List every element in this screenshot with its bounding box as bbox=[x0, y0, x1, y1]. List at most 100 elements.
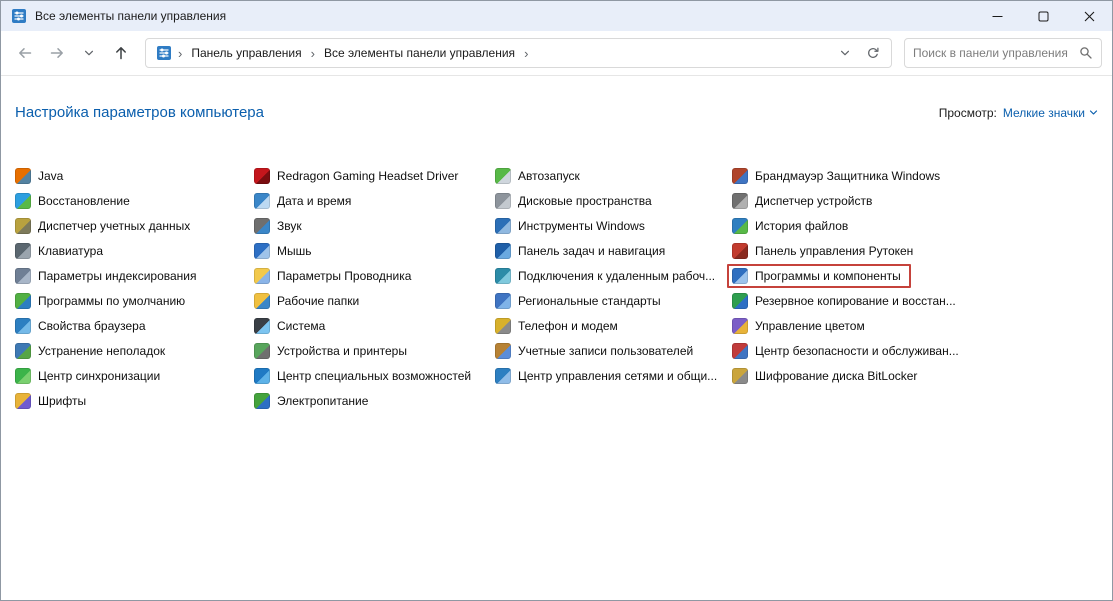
control-panel-item-link[interactable]: Устройства и принтеры bbox=[249, 339, 417, 363]
control-panel-item: Электропитание bbox=[254, 388, 495, 413]
item-label: Устройства и принтеры bbox=[277, 344, 407, 358]
item-label: Центр управления сетями и общи... bbox=[518, 369, 717, 383]
control-panel-item-link[interactable]: Электропитание bbox=[249, 389, 378, 413]
control-panel-item-link[interactable]: Звук bbox=[249, 214, 312, 238]
control-panel-item: Диспетчер устройств bbox=[732, 188, 1098, 213]
control-panel-item-link[interactable]: Программы и компоненты bbox=[727, 264, 911, 288]
item-label: Брандмауэр Защитника Windows bbox=[755, 169, 940, 183]
control-panel-item-link[interactable]: Система bbox=[249, 314, 335, 338]
close-button[interactable] bbox=[1066, 1, 1112, 31]
control-panel-item-link[interactable]: Дата и время bbox=[249, 189, 361, 213]
control-panel-item-link[interactable]: Резервное копирование и восстан... bbox=[727, 289, 966, 313]
control-panel-item: Подключения к удаленным рабоч... bbox=[495, 263, 732, 288]
search-input[interactable] bbox=[913, 46, 1079, 60]
control-panel-item-link[interactable]: Панель задач и навигация bbox=[490, 239, 675, 263]
control-panel-item-link[interactable]: Программы по умолчанию bbox=[10, 289, 195, 313]
control-panel-item-link[interactable]: Управление цветом bbox=[727, 314, 875, 338]
breadcrumb-item-control-panel[interactable]: Панель управления bbox=[184, 42, 308, 64]
titlebar: Все элементы панели управления bbox=[1, 1, 1112, 31]
network-sharing-center-icon bbox=[495, 368, 511, 384]
region-icon bbox=[495, 293, 511, 309]
item-label: Управление цветом bbox=[755, 319, 865, 333]
internet-options-icon bbox=[15, 318, 31, 334]
control-panel-item: Управление цветом bbox=[732, 313, 1098, 338]
breadcrumb-item-all-items[interactable]: Все элементы панели управления bbox=[317, 42, 522, 64]
control-panel-item-link[interactable]: Клавиатура bbox=[10, 239, 113, 263]
control-panel-item-link[interactable]: Дисковые пространства bbox=[490, 189, 662, 213]
credential-manager-icon bbox=[15, 218, 31, 234]
item-label: Диспетчер учетных данных bbox=[38, 219, 190, 233]
date-time-icon bbox=[254, 193, 270, 209]
control-panel-item-link[interactable]: Redragon Gaming Headset Driver bbox=[249, 164, 468, 188]
view-label: Просмотр: bbox=[939, 106, 997, 120]
control-panel-item-link[interactable]: Инструменты Windows bbox=[490, 214, 655, 238]
control-panel-item-link[interactable]: Подключения к удаленным рабоч... bbox=[490, 264, 725, 288]
control-panel-item-link[interactable]: Учетные записи пользователей bbox=[490, 339, 703, 363]
view-dropdown[interactable]: Мелкие значки bbox=[1003, 106, 1098, 120]
control-panel-item-link[interactable]: Региональные стандарты bbox=[490, 289, 671, 313]
control-panel-item-link[interactable]: Диспетчер устройств bbox=[727, 189, 882, 213]
item-label: Система bbox=[277, 319, 325, 333]
security-and-maintenance-icon bbox=[732, 343, 748, 359]
control-panel-item-link[interactable]: Центр специальных возможностей bbox=[249, 364, 481, 388]
control-panel-item-link[interactable]: Автозапуск bbox=[490, 164, 590, 188]
minimize-icon bbox=[992, 11, 1003, 22]
control-panel-item-link[interactable]: Панель управления Рутокен bbox=[727, 239, 923, 263]
up-button[interactable] bbox=[107, 39, 135, 67]
work-folders-icon bbox=[254, 293, 270, 309]
control-panel-item-link[interactable]: Мышь bbox=[249, 239, 322, 263]
maximize-button[interactable] bbox=[1020, 1, 1066, 31]
system-icon bbox=[254, 318, 270, 334]
control-panel-item-link[interactable]: Центр синхронизации bbox=[10, 364, 170, 388]
control-panel-item: Устройства и принтеры bbox=[254, 338, 495, 363]
control-panel-item: Панель управления Рутокен bbox=[732, 238, 1098, 263]
control-panel-item-link[interactable]: Диспетчер учетных данных bbox=[10, 214, 200, 238]
items-column: АвтозапускДисковые пространстваИнструмен… bbox=[495, 163, 732, 388]
item-label: Шифрование диска BitLocker bbox=[755, 369, 917, 383]
windows-tools-icon bbox=[495, 218, 511, 234]
address-dropdown-button[interactable] bbox=[831, 39, 859, 67]
item-label: Телефон и модем bbox=[518, 319, 618, 333]
control-panel-item: Учетные записи пользователей bbox=[495, 338, 732, 363]
items-grid: JavaВосстановлениеДиспетчер учетных данн… bbox=[15, 163, 1098, 413]
control-panel-item-link[interactable]: Свойства браузера bbox=[10, 314, 156, 338]
view-value: Мелкие значки bbox=[1003, 106, 1085, 120]
recent-locations-button[interactable] bbox=[75, 39, 103, 67]
item-label: Подключения к удаленным рабоч... bbox=[518, 269, 715, 283]
control-panel-item-link[interactable]: Восстановление bbox=[10, 189, 140, 213]
control-panel-item-link[interactable]: Телефон и модем bbox=[490, 314, 628, 338]
item-label: Центр синхронизации bbox=[38, 369, 160, 383]
chevron-down-icon bbox=[83, 47, 95, 59]
control-panel-item-link[interactable]: Центр управления сетями и общи... bbox=[490, 364, 727, 388]
navigation-bar: › Панель управления › Все элементы панел… bbox=[1, 31, 1112, 76]
back-button[interactable] bbox=[11, 39, 39, 67]
file-explorer-options-icon bbox=[254, 268, 270, 284]
control-panel-item-link[interactable]: Рабочие папки bbox=[249, 289, 369, 313]
search-icon bbox=[1079, 46, 1093, 60]
up-arrow-icon bbox=[113, 45, 129, 61]
control-panel-item-link[interactable]: Шифрование диска BitLocker bbox=[727, 364, 927, 388]
item-label: Дисковые пространства bbox=[518, 194, 652, 208]
control-panel-item-link[interactable]: История файлов bbox=[727, 214, 858, 238]
control-panel-item-link[interactable]: Брандмауэр Защитника Windows bbox=[727, 164, 950, 188]
control-panel-item-link[interactable]: Java bbox=[10, 164, 73, 188]
minimize-button[interactable] bbox=[974, 1, 1020, 31]
address-bar[interactable]: › Панель управления › Все элементы панел… bbox=[145, 38, 892, 68]
recovery-icon bbox=[15, 193, 31, 209]
control-panel-item-link[interactable]: Устранение неполадок bbox=[10, 339, 175, 363]
refresh-button[interactable] bbox=[859, 39, 887, 67]
forward-button[interactable] bbox=[43, 39, 71, 67]
redragon-driver-icon bbox=[254, 168, 270, 184]
control-panel-item-link[interactable]: Параметры индексирования bbox=[10, 264, 206, 288]
sound-icon bbox=[254, 218, 270, 234]
control-panel-item: Параметры Проводника bbox=[254, 263, 495, 288]
back-arrow-icon bbox=[17, 45, 33, 61]
control-panel-item-link[interactable]: Параметры Проводника bbox=[249, 264, 421, 288]
control-panel-item-link[interactable]: Центр безопасности и обслуживан... bbox=[727, 339, 969, 363]
control-panel-item: Программы по умолчанию bbox=[15, 288, 254, 313]
fonts-icon bbox=[15, 393, 31, 409]
troubleshooting-icon bbox=[15, 343, 31, 359]
control-panel-item: Автозапуск bbox=[495, 163, 732, 188]
item-label: Звук bbox=[277, 219, 302, 233]
control-panel-item-link[interactable]: Шрифты bbox=[10, 389, 96, 413]
